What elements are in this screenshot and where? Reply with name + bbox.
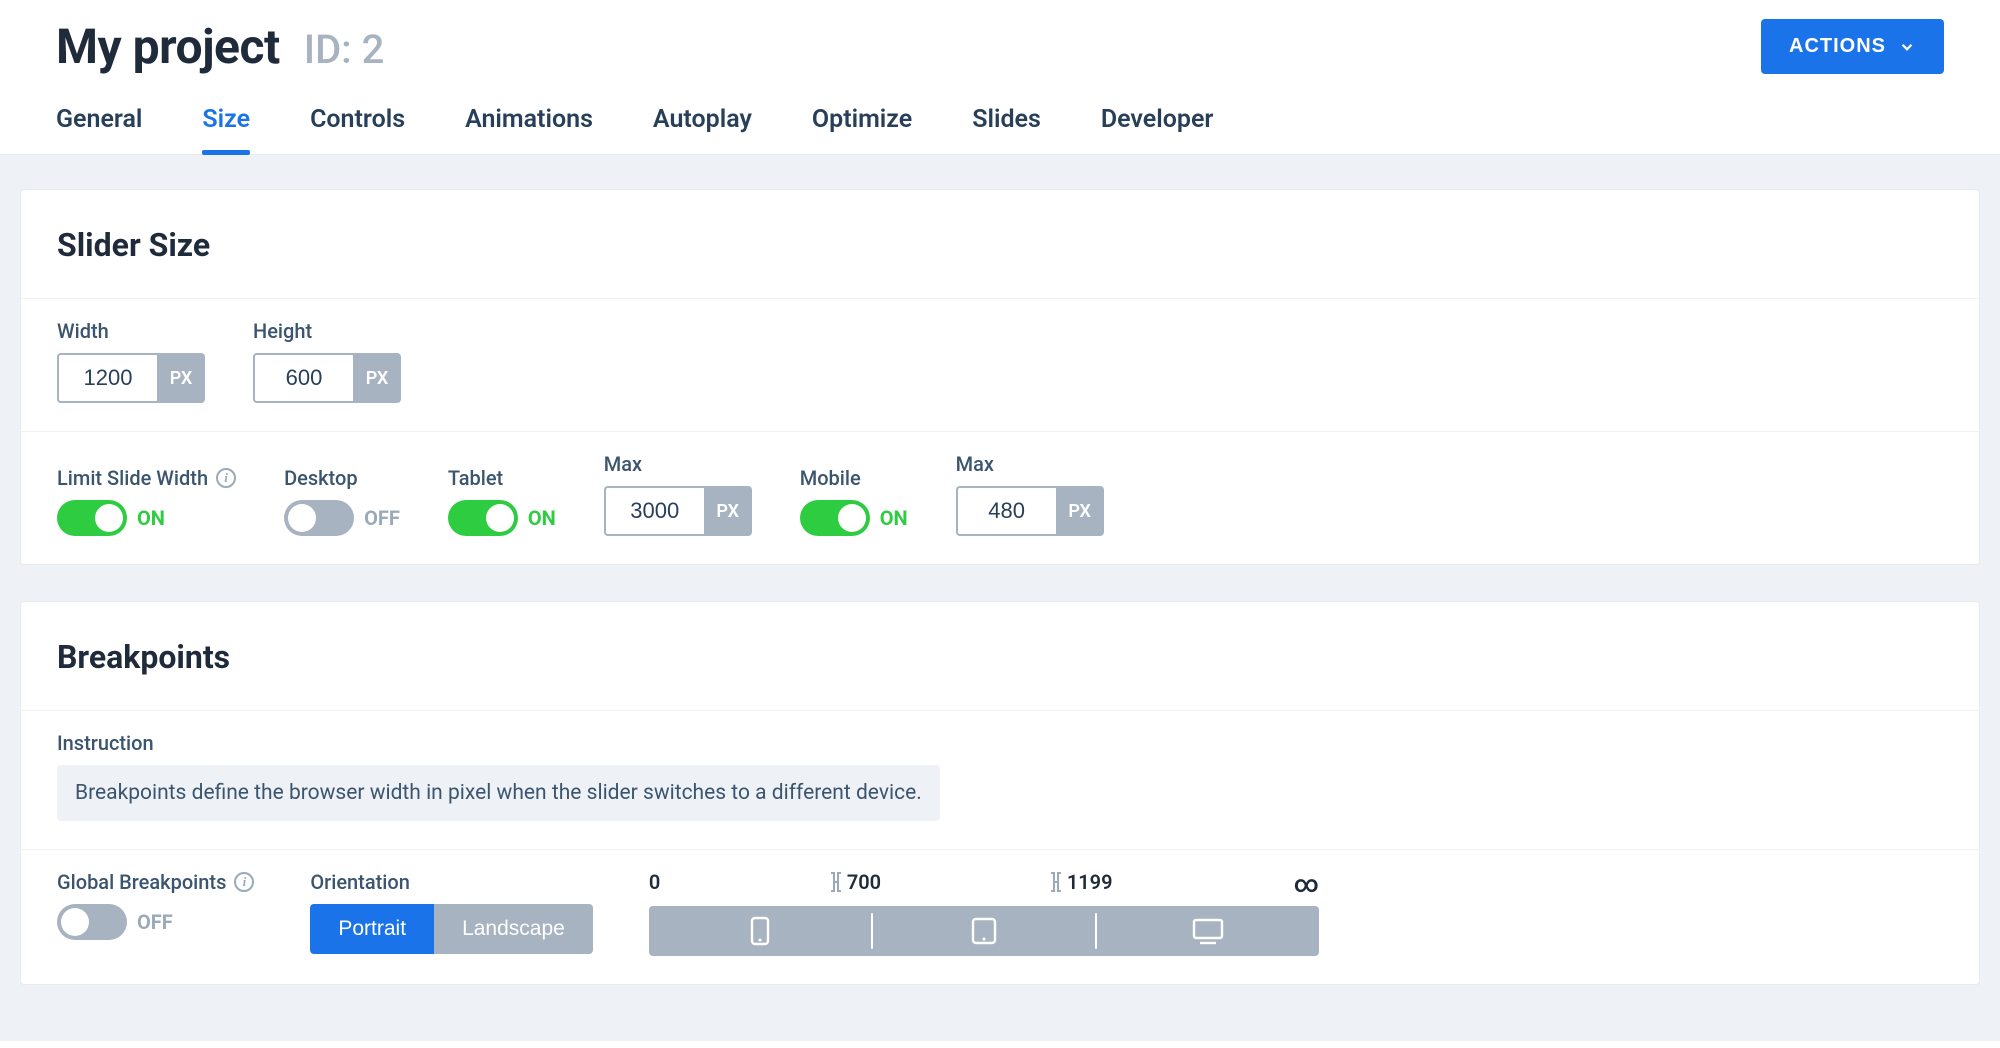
tabs: General Size Controls Animations Autopla… xyxy=(0,85,2000,155)
info-icon[interactable]: i xyxy=(234,872,254,892)
tab-developer[interactable]: Developer xyxy=(1101,105,1214,154)
orientation-portrait[interactable]: Portrait xyxy=(310,904,434,954)
panel-slider-size: Slider Size Width PX Height PX xyxy=(20,189,1980,565)
tab-general[interactable]: General xyxy=(56,105,142,154)
height-input[interactable] xyxy=(253,353,353,403)
tablet-state: ON xyxy=(528,506,556,530)
header: My project ID: 2 ACTIONS xyxy=(0,0,2000,85)
tablet-toggle[interactable] xyxy=(448,500,518,536)
width-label: Width xyxy=(57,319,205,343)
height-label: Height xyxy=(253,319,401,343)
mobile-max-input[interactable] xyxy=(956,486,1056,536)
global-breakpoints-state: OFF xyxy=(137,910,173,934)
tab-slides[interactable]: Slides xyxy=(972,105,1041,154)
desktop-toggle[interactable] xyxy=(284,500,354,536)
height-unit: PX xyxy=(353,353,401,403)
tab-controls[interactable]: Controls xyxy=(310,105,405,154)
chevron-down-icon xyxy=(1898,38,1916,56)
global-breakpoints-toggle[interactable] xyxy=(57,904,127,940)
width-unit: PX xyxy=(157,353,205,403)
project-id: ID: 2 xyxy=(304,26,385,73)
panel-title-breakpoints: Breakpoints xyxy=(57,638,1943,676)
tablet-max-label: Max xyxy=(604,452,752,476)
tablet-max-input[interactable] xyxy=(604,486,704,536)
mobile-toggle[interactable] xyxy=(800,500,870,536)
actions-button-label: ACTIONS xyxy=(1789,35,1886,58)
limit-slide-width-state: ON xyxy=(137,506,165,530)
mobile-state: ON xyxy=(880,506,908,530)
tab-optimize[interactable]: Optimize xyxy=(812,105,912,154)
breakpoint-1-label[interactable]: 700 xyxy=(829,870,881,894)
limit-slide-width-toggle[interactable] xyxy=(57,500,127,536)
mobile-max-label: Max xyxy=(956,452,1104,476)
tab-animations[interactable]: Animations xyxy=(465,105,593,154)
mobile-label: Mobile xyxy=(800,466,908,490)
desktop-state: OFF xyxy=(364,506,400,530)
breakpoints-slider: 0 700 1199 ∞ xyxy=(649,870,1319,956)
mobile-max-unit: PX xyxy=(1056,486,1104,536)
text-cursor-icon xyxy=(829,871,843,893)
tab-autoplay[interactable]: Autoplay xyxy=(653,105,752,154)
global-breakpoints-label: Global Breakpoints i xyxy=(57,870,254,894)
instruction-text: Breakpoints define the browser width in … xyxy=(57,765,940,821)
breakpoint-end-label: ∞ xyxy=(1294,870,1319,898)
panel-title-slider-size: Slider Size xyxy=(57,226,1943,264)
desktop-label: Desktop xyxy=(284,466,400,490)
orientation-segmented: Portrait Landscape xyxy=(310,904,592,954)
desktop-icon xyxy=(1191,917,1225,945)
breakpoint-2-label[interactable]: 1199 xyxy=(1049,870,1113,894)
tablet-max-unit: PX xyxy=(704,486,752,536)
limit-slide-width-label: Limit Slide Width i xyxy=(57,466,236,490)
tab-size[interactable]: Size xyxy=(202,105,250,154)
panel-breakpoints: Breakpoints Instruction Breakpoints defi… xyxy=(20,601,1980,985)
mobile-icon xyxy=(749,916,771,946)
width-input[interactable] xyxy=(57,353,157,403)
tablet-icon xyxy=(969,916,999,946)
orientation-label: Orientation xyxy=(310,870,592,894)
breakpoint-start-label: 0 xyxy=(649,870,660,894)
page-title: My project xyxy=(56,18,280,75)
actions-button[interactable]: ACTIONS xyxy=(1761,19,1944,74)
info-icon[interactable]: i xyxy=(216,468,236,488)
orientation-landscape[interactable]: Landscape xyxy=(434,904,593,954)
text-cursor-icon xyxy=(1049,871,1063,893)
instruction-label: Instruction xyxy=(57,731,1943,755)
tablet-label: Tablet xyxy=(448,466,556,490)
